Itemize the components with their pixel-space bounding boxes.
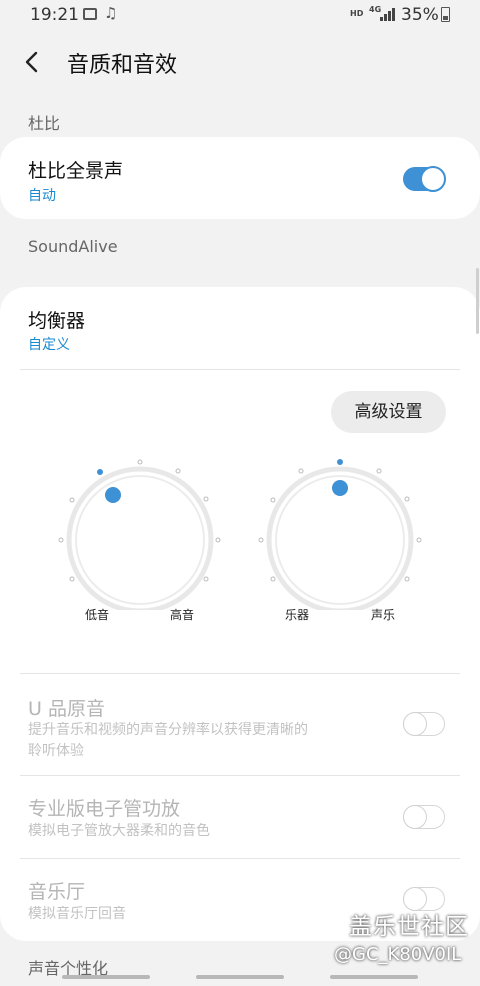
dolby-atmos-toggle[interactable] bbox=[403, 166, 446, 192]
concert-hall-subtitle: 模拟音乐厅回音 bbox=[28, 906, 126, 922]
battery-percent: 35% bbox=[401, 5, 439, 25]
hd-voice-icon: HD bbox=[350, 9, 364, 18]
tube-amp-title: 专业版电子管功放 bbox=[28, 798, 181, 820]
music-notification-icon: ♫ bbox=[104, 4, 118, 22]
uhq-title: U 品原音 bbox=[28, 698, 105, 720]
battery-icon bbox=[441, 7, 450, 22]
knob-position-dot bbox=[337, 459, 343, 465]
status-bar: 19:21 ♫ HD 4G 35% bbox=[0, 0, 480, 30]
uhq-toggle[interactable] bbox=[403, 712, 445, 736]
back-button[interactable] bbox=[330, 975, 418, 979]
scrollbar[interactable] bbox=[476, 268, 479, 334]
dolby-card[interactable]: 杜比全景声 自动 bbox=[0, 137, 480, 219]
vocal-label: 声乐 bbox=[371, 608, 396, 622]
advanced-settings-button[interactable]: 高级设置 bbox=[331, 391, 446, 433]
divider bbox=[20, 369, 460, 370]
bass-treble-knob[interactable] bbox=[58, 459, 221, 610]
equalizer-title[interactable]: 均衡器 bbox=[28, 306, 85, 333]
toggle-knob bbox=[420, 166, 446, 192]
toggle-knob bbox=[403, 712, 427, 736]
tube-amp-toggle[interactable] bbox=[403, 805, 445, 829]
knob-handle[interactable] bbox=[332, 480, 348, 496]
home-button[interactable] bbox=[196, 975, 284, 979]
section-header-dolby: 杜比 bbox=[28, 114, 61, 133]
equalizer-value: 自定义 bbox=[28, 337, 70, 353]
watermark-site: 盖乐世社区 bbox=[349, 914, 469, 940]
gallery-notification-icon bbox=[83, 8, 97, 20]
instrument-vocal-knob[interactable] bbox=[258, 459, 422, 610]
page-title: 音质和音效 bbox=[67, 53, 178, 78]
uhq-subtitle-line2: 聆听体验 bbox=[28, 743, 84, 759]
soundalive-card: 均衡器 自定义 bbox=[0, 287, 480, 941]
watermark-user: @GC_K80V0IL bbox=[334, 944, 462, 965]
signal-icon bbox=[380, 8, 398, 21]
divider bbox=[20, 775, 460, 776]
dolby-atmos-title: 杜比全景声 bbox=[28, 160, 124, 182]
navigation-bar bbox=[0, 966, 480, 986]
uhq-subtitle: 提升音乐和视频的声音分辨率以获得更清晰的 bbox=[28, 722, 308, 738]
divider bbox=[20, 673, 460, 674]
app-bar: 音质和音效 bbox=[0, 36, 480, 88]
bass-label: 低音 bbox=[85, 608, 110, 622]
treble-label: 高音 bbox=[170, 608, 195, 622]
tube-amp-subtitle: 模拟电子管放大器柔和的音色 bbox=[28, 823, 210, 839]
section-header-soundalive: SoundAlive bbox=[28, 237, 118, 256]
concert-hall-title: 音乐厅 bbox=[28, 881, 86, 903]
equalizer-knobs bbox=[58, 459, 422, 610]
dolby-atmos-value: 自动 bbox=[28, 188, 56, 204]
recent-apps-button[interactable] bbox=[62, 975, 150, 979]
toggle-knob bbox=[403, 805, 427, 829]
divider bbox=[20, 858, 460, 859]
status-time: 19:21 bbox=[30, 5, 79, 25]
back-icon[interactable] bbox=[22, 49, 44, 75]
instrument-label: 乐器 bbox=[285, 608, 310, 622]
knob-handle[interactable] bbox=[105, 487, 121, 503]
knob-position-dot bbox=[97, 469, 103, 475]
